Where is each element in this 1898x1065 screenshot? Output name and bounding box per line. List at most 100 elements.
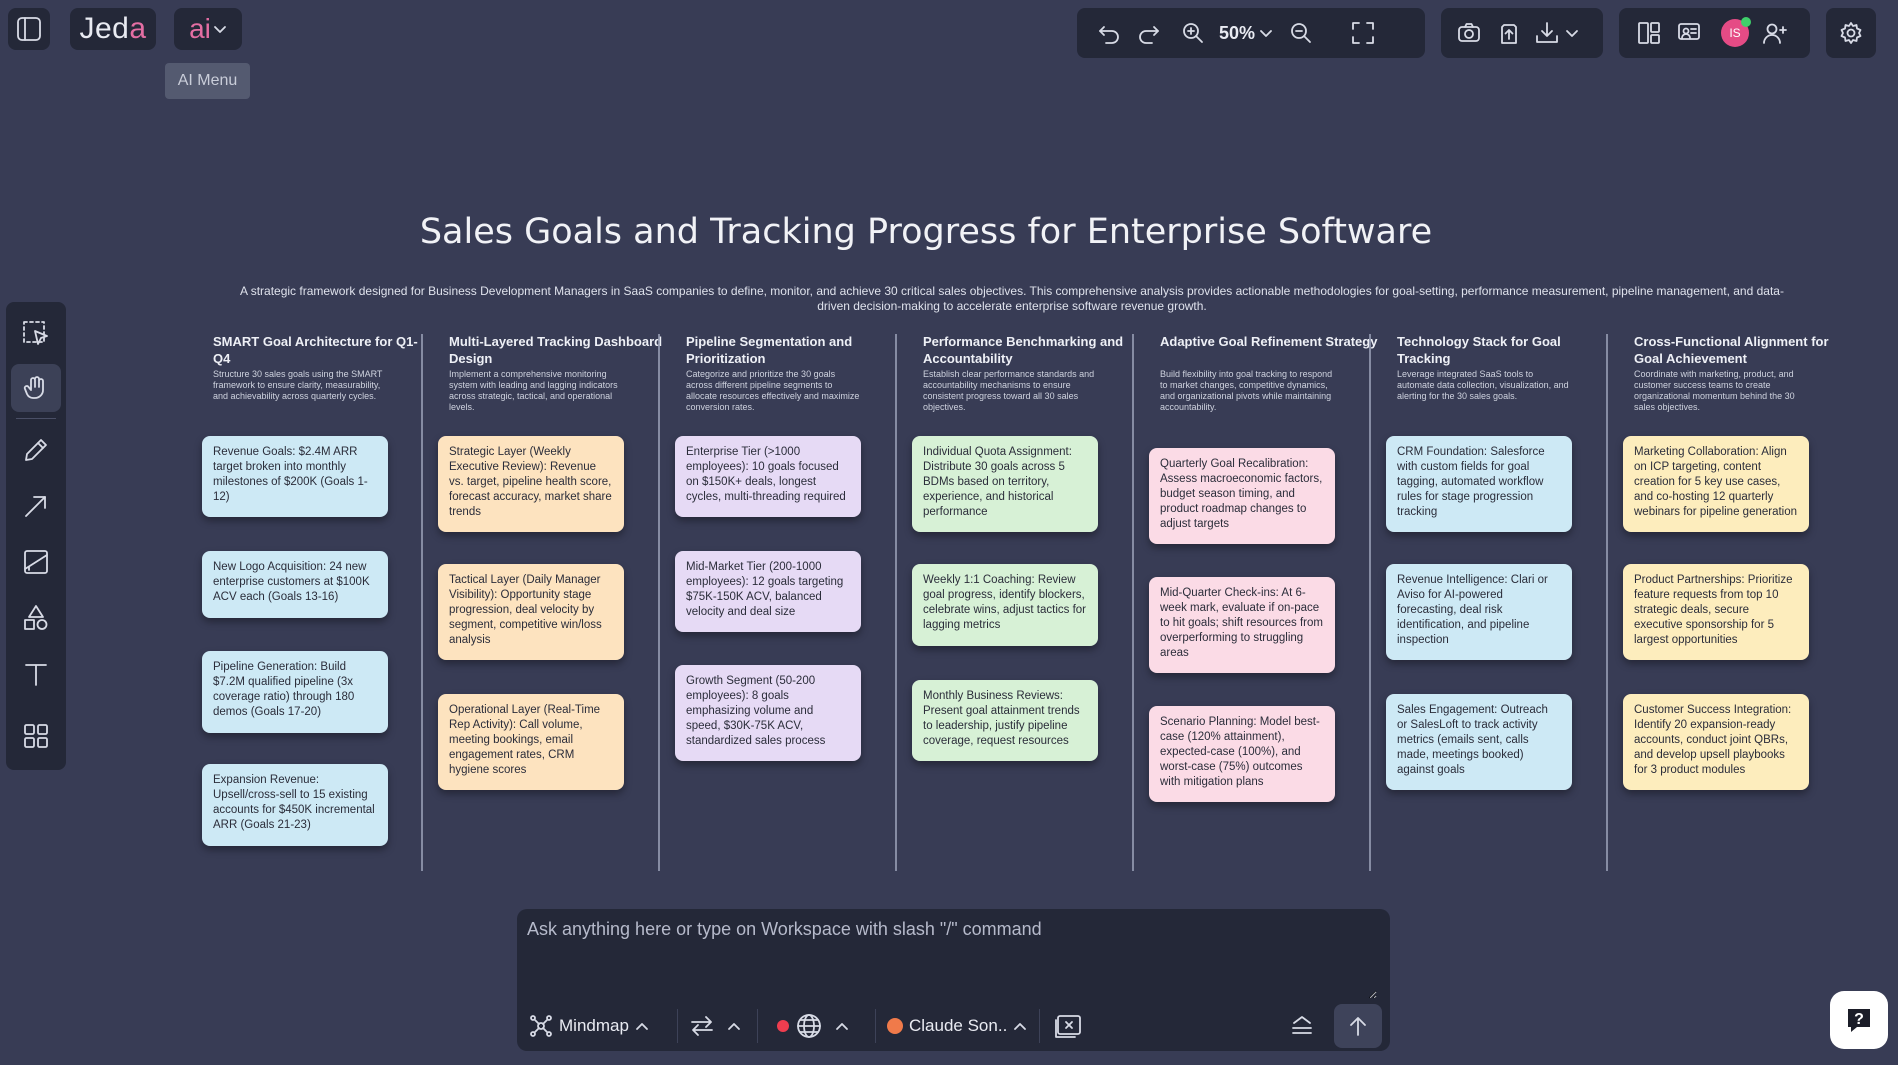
grid-icon: [24, 724, 48, 748]
zoom-in-icon: [1183, 23, 1203, 43]
mindmap-card[interactable]: Mid-Quarter Check-ins: At 6-week mark, e…: [1149, 577, 1335, 673]
mindmap-card[interactable]: Tactical Layer (Daily Manager Visibility…: [438, 564, 624, 660]
ai-label: ai: [189, 13, 211, 44]
mindmap-card[interactable]: Pipeline Generation: Build $7.2M qualifi…: [202, 651, 388, 733]
mindmap-card[interactable]: New Logo Acquisition: 24 new enterprise …: [202, 551, 388, 618]
app-logo[interactable]: Jed a: [70, 8, 156, 50]
select-tool[interactable]: [11, 310, 61, 358]
invite-user-button[interactable]: [1755, 13, 1795, 53]
upload-icon: [1501, 24, 1517, 44]
selection-icon: [23, 321, 48, 345]
web-search-toggle[interactable]: [777, 1009, 849, 1043]
column-heading[interactable]: Cross-Functional Alignment for Goal Achi…: [1634, 333, 1854, 367]
tool-rail: [6, 302, 66, 770]
logo-accent: a: [129, 12, 147, 45]
swap-selector[interactable]: [689, 1009, 741, 1043]
mode-label: Mindmap: [559, 1016, 629, 1035]
column-heading[interactable]: SMART Goal Architecture for Q1-Q4: [213, 333, 433, 367]
sidebar-toggle-button[interactable]: [8, 8, 50, 50]
fit-screen-button[interactable]: [1343, 13, 1383, 53]
mindmap-card[interactable]: Growth Segment (50-200 employees): 8 goa…: [675, 665, 861, 761]
mindmap-card[interactable]: Scenario Planning: Model best-case (120%…: [1149, 706, 1335, 802]
hand-tool[interactable]: [11, 364, 61, 412]
redo-button[interactable]: [1129, 13, 1169, 53]
chevron-up-icon: [836, 1023, 848, 1030]
download-menu[interactable]: [1533, 19, 1579, 47]
mindmap-card[interactable]: Operational Layer (Real-Time Rep Activit…: [438, 694, 624, 790]
collapse-chat-button[interactable]: [1289, 1009, 1315, 1043]
mindmap-card[interactable]: Strategic Layer (Weekly Executive Review…: [438, 436, 624, 532]
download-icon: [1536, 22, 1558, 43]
column-divider: [895, 334, 897, 871]
zoom-out-icon: [1291, 23, 1311, 43]
mindmap-subtitle[interactable]: A strategic framework designed for Busin…: [232, 284, 1792, 314]
screenshot-button[interactable]: [1449, 13, 1489, 53]
mindmap-card[interactable]: Quarterly Goal Recalibration: Assess mac…: [1149, 448, 1335, 544]
attach-context-button[interactable]: [1053, 1009, 1083, 1043]
mindmap-card[interactable]: Monthly Business Reviews: Present goal a…: [912, 680, 1098, 761]
zoom-select[interactable]: 50%: [1213, 23, 1273, 44]
column-description[interactable]: Implement a comprehensive monitoring sys…: [449, 369, 624, 413]
templates-tool[interactable]: [11, 712, 61, 760]
column-heading[interactable]: Multi-Layered Tracking Dashboard Design: [449, 333, 669, 367]
share-button[interactable]: [1489, 13, 1529, 53]
zoom-out-button[interactable]: [1281, 13, 1321, 53]
chat-input[interactable]: [527, 919, 1377, 999]
pencil-tool[interactable]: [11, 426, 61, 474]
mindmap-card[interactable]: Mid-Market Tier (200-1000 employees): 12…: [675, 551, 861, 632]
mindmap-card[interactable]: Weekly 1:1 Coaching: Review goal progres…: [912, 564, 1098, 646]
column-heading[interactable]: Pipeline Segmentation and Prioritization: [686, 333, 906, 367]
zoom-level: 50%: [1219, 22, 1256, 43]
mindmap-card[interactable]: CRM Foundation: Salesforce with custom f…: [1386, 436, 1572, 532]
column-description[interactable]: Establish clear performance standards an…: [923, 369, 1098, 413]
layout-button[interactable]: [1629, 13, 1669, 53]
image-tool[interactable]: [11, 538, 61, 586]
arrow-tool[interactable]: [11, 482, 61, 530]
text-icon: [25, 664, 47, 686]
mindmap-card[interactable]: Expansion Revenue: Upsell/cross-sell to …: [202, 764, 388, 846]
ai-menu-button[interactable]: ai: [174, 8, 242, 50]
column-heading[interactable]: Technology Stack for Goal Tracking: [1397, 333, 1617, 367]
text-tool[interactable]: [11, 650, 61, 698]
present-button[interactable]: [1669, 13, 1709, 53]
column-description[interactable]: Leverage integrated SaaS tools to automa…: [1397, 369, 1572, 402]
column-heading[interactable]: Performance Benchmarking and Accountabil…: [923, 333, 1143, 367]
column-description[interactable]: Build flexibility into goal tracking to …: [1160, 369, 1335, 413]
gear-icon: [1840, 22, 1862, 44]
settings-button[interactable]: [1826, 8, 1876, 58]
column-divider: [658, 334, 660, 871]
shapes-icon: [24, 605, 48, 630]
column-heading[interactable]: Adaptive Goal Refinement Strategy: [1160, 333, 1380, 367]
avatar-initials: IS: [1729, 26, 1741, 40]
model-selector[interactable]: Claude Son..: [887, 1009, 1027, 1043]
shapes-tool[interactable]: [11, 594, 61, 642]
user-avatar[interactable]: IS: [1715, 13, 1755, 53]
mindmap-card[interactable]: Sales Engagement: Outreach or SalesLoft …: [1386, 694, 1572, 790]
mindmap-card[interactable]: Individual Quota Assignment: Distribute …: [912, 436, 1098, 532]
mindmap-card[interactable]: Customer Success Integration: Identify 2…: [1623, 694, 1809, 790]
undo-button[interactable]: [1089, 13, 1129, 53]
column-divider: [1132, 334, 1134, 871]
mindmap-card[interactable]: Enterprise Tier (>1000 employees): 10 go…: [675, 436, 861, 517]
model-icon: [887, 1018, 903, 1034]
ai-menu-tooltip: AI Menu: [165, 63, 250, 99]
column-divider: [421, 334, 423, 871]
help-icon: ?: [1848, 1009, 1870, 1032]
mindmap-title[interactable]: Sales Goals and Tracking Progress for En…: [0, 212, 1852, 252]
column-divider: [1606, 334, 1608, 871]
help-button[interactable]: ?: [1830, 991, 1888, 1049]
chat-divider: [1039, 1009, 1040, 1043]
logo-text: Jed: [79, 12, 130, 45]
globe-icon: [797, 1014, 821, 1038]
mindmap-card[interactable]: Marketing Collaboration: Align on ICP ta…: [1623, 436, 1809, 532]
mindmap-card[interactable]: Revenue Intelligence: Clari or Aviso for…: [1386, 564, 1572, 660]
undo-icon: [1099, 26, 1119, 44]
mindmap-card[interactable]: Revenue Goals: $2.4M ARR target broken i…: [202, 436, 388, 517]
send-button[interactable]: [1334, 1004, 1382, 1048]
column-description[interactable]: Structure 30 sales goals using the SMART…: [213, 369, 388, 402]
column-description[interactable]: Categorize and prioritize the 30 goals a…: [686, 369, 861, 413]
zoom-in-button[interactable]: [1173, 13, 1213, 53]
mode-selector[interactable]: Mindmap: [529, 1009, 649, 1043]
column-description[interactable]: Coordinate with marketing, product, and …: [1634, 369, 1809, 413]
mindmap-card[interactable]: Product Partnerships: Prioritize feature…: [1623, 564, 1809, 660]
